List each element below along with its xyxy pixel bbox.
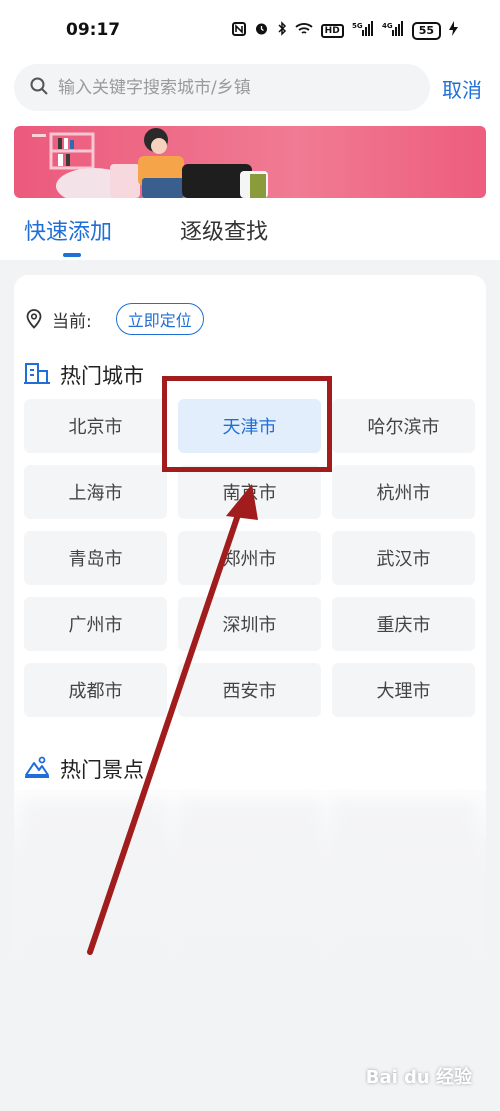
search-icon xyxy=(30,77,48,99)
city-button[interactable]: 哈尔滨市 xyxy=(332,399,475,453)
hot-scenic-heading: 热门景点 xyxy=(24,754,144,784)
alarm-icon xyxy=(254,21,269,40)
city-button[interactable]: 北京市 xyxy=(24,399,167,453)
battery-indicator: 55 xyxy=(411,21,441,40)
hot-cities-title: 热门城市 xyxy=(60,364,144,388)
hot-scenic-title: 热门景点 xyxy=(60,758,144,782)
watermark: Bai du 经验 xyxy=(365,1067,472,1088)
hot-cities-heading: 热门城市 xyxy=(24,360,144,390)
tab-browse-by-level[interactable]: 逐级查找 xyxy=(180,214,268,246)
signal-4g-icon: 4G xyxy=(382,21,404,40)
city-button[interactable]: 重庆市 xyxy=(332,597,475,651)
tab-bar: 快速添加 逐级查找 xyxy=(0,200,500,260)
status-icons: HD 5G 4G 55 xyxy=(231,21,458,40)
city-button[interactable]: 深圳市 xyxy=(178,597,321,651)
banner-illustration xyxy=(32,128,268,198)
city-button[interactable]: 武汉市 xyxy=(332,531,475,585)
city-button[interactable]: 郑州市 xyxy=(178,531,321,585)
city-button[interactable]: 成都市 xyxy=(24,663,167,717)
search-input[interactable] xyxy=(58,77,418,98)
mountain-icon xyxy=(24,755,50,784)
status-time: 09:17 xyxy=(66,20,121,40)
tab-quick-add[interactable]: 快速添加 xyxy=(24,214,112,246)
locate-now-button[interactable]: 立即定位 xyxy=(115,303,204,335)
promo-banner[interactable] xyxy=(14,126,486,198)
city-button[interactable]: 上海市 xyxy=(24,465,167,519)
cancel-button[interactable]: 取消 xyxy=(442,74,482,103)
city-button[interactable]: 青岛市 xyxy=(24,531,167,585)
annotation-highlight-box xyxy=(162,376,332,472)
hd-icon: HD xyxy=(320,23,344,38)
nfc-icon xyxy=(231,21,246,40)
location-pin-icon xyxy=(24,309,44,329)
status-bar: 09:17 HD 5G 4G 55 xyxy=(0,0,500,60)
wifi-icon xyxy=(295,22,313,40)
city-button[interactable]: 广州市 xyxy=(24,597,167,651)
city-button[interactable]: 南京市 xyxy=(178,465,321,519)
current-location-label: 当前: xyxy=(52,311,92,332)
svg-text:4G: 4G xyxy=(382,22,393,30)
signal-5g-icon: 5G xyxy=(352,21,374,40)
city-building-icon xyxy=(24,361,50,390)
city-button[interactable]: 西安市 xyxy=(178,663,321,717)
bluetooth-icon xyxy=(277,21,287,40)
city-button[interactable]: 大理市 xyxy=(332,663,475,717)
current-location-row: 当前: 立即定位 xyxy=(24,303,204,335)
svg-text:5G: 5G xyxy=(352,22,363,30)
charging-icon xyxy=(449,21,458,40)
city-button[interactable]: 杭州市 xyxy=(332,465,475,519)
active-tab-indicator xyxy=(63,253,81,257)
search-bar[interactable] xyxy=(14,64,430,111)
